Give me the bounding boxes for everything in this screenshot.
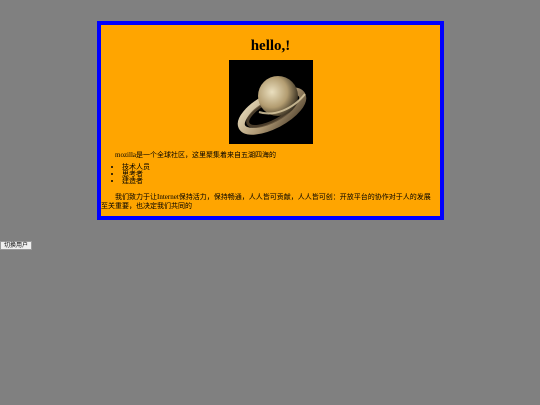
saturn-image: [229, 60, 313, 144]
list-item: 建造者: [122, 178, 150, 185]
intro-text: mozilla是一个全球社区，这里聚集着来自五湖四海的: [115, 151, 276, 159]
switch-user-button[interactable]: 切换用户: [0, 241, 33, 250]
main-card: hello,! mozilla是一个全球社区，这里聚集着来自五湖四海的 技术人员…: [97, 21, 444, 220]
page-title: hello,!: [250, 38, 291, 54]
mission-text: 我们致力于让Internet保持活力，保持畅通，人人皆可贡献，人人皆可创：开放平…: [101, 193, 431, 210]
people-list: 技术人员 思考者 建造者: [113, 164, 150, 185]
